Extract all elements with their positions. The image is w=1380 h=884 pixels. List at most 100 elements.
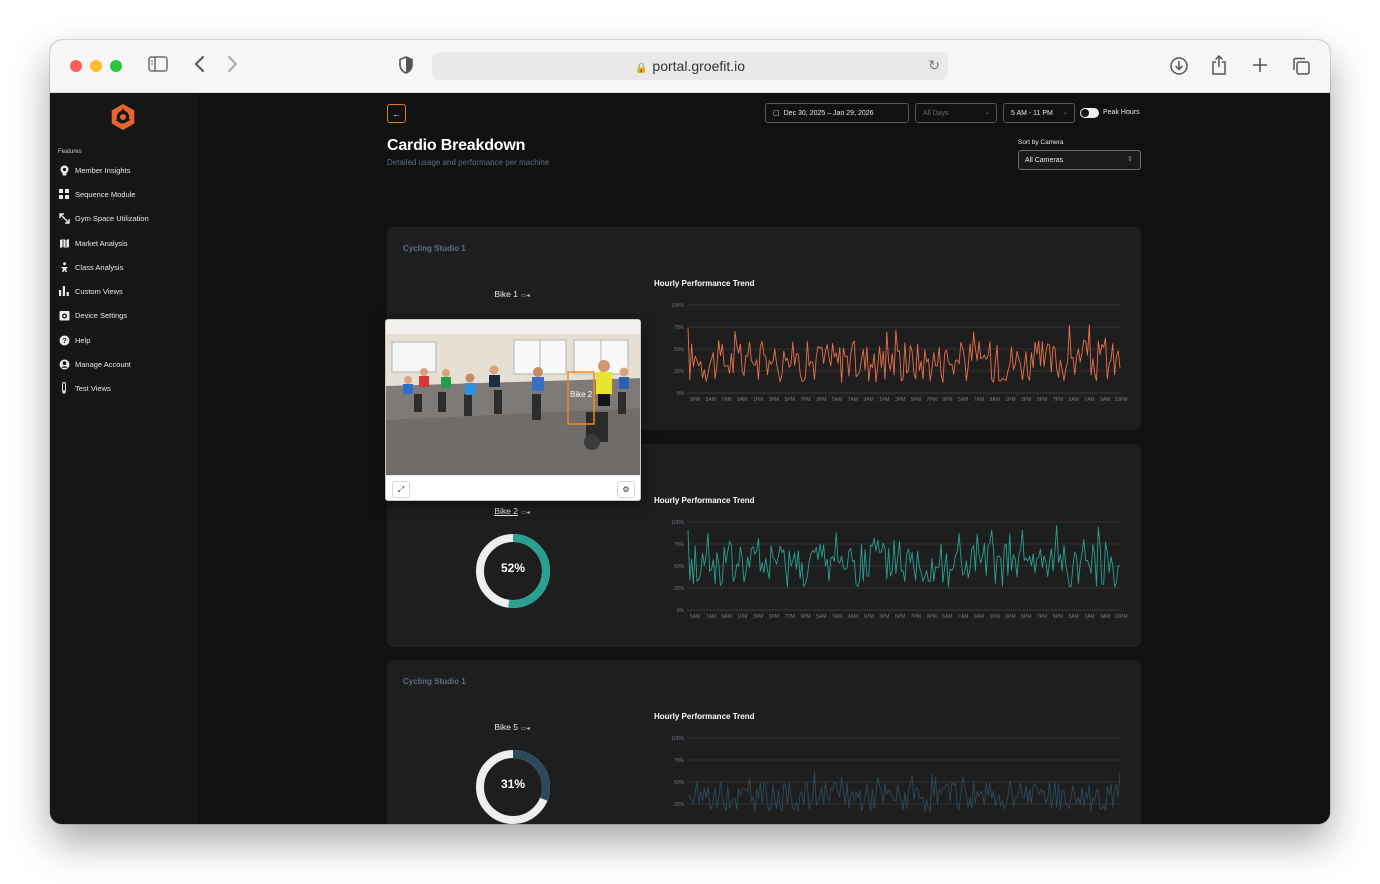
x-tick-label: 7AM: [721, 397, 731, 403]
sidebar-item-label: Manage Account: [75, 359, 131, 369]
sidebar-item-custom-views[interactable]: Custom Views: [58, 283, 123, 299]
sidebar-item-label: Market Analysis: [75, 238, 128, 248]
x-tick-label: 1PM: [737, 614, 747, 620]
x-tick-label: 5PM: [911, 397, 921, 403]
forward-arrow-icon[interactable]: [226, 54, 238, 78]
x-tick-label: 10PM: [1114, 614, 1127, 620]
sidebar-item-sequence-module[interactable]: Sequence Module: [58, 186, 135, 202]
x-tick-label: 9PM: [816, 397, 826, 403]
y-tick-label: 75%: [674, 758, 685, 764]
user-circle-icon: [58, 358, 70, 370]
chevron-updown-icon: ⇕: [1127, 156, 1133, 163]
time-range-select[interactable]: 5 AM - 11 PM ⌄: [1003, 103, 1075, 123]
camera-feed-image: Bike 2: [386, 320, 640, 475]
map-icon: [58, 237, 70, 249]
video-camera-icon[interactable]: ▭◂: [521, 510, 530, 516]
page-title: Cardio Breakdown: [387, 137, 526, 154]
expand-icon[interactable]: ⤢: [392, 481, 410, 498]
trend-title: Hourly Performance Trend: [654, 712, 755, 721]
sidebar-item-help[interactable]: ? Help: [58, 332, 90, 348]
sidebar-item-label: Class Analysis: [75, 262, 124, 272]
x-tick-label: 5PM: [785, 397, 795, 403]
x-tick-label: 7PM: [785, 614, 795, 620]
trend-title: Hourly Performance Trend: [654, 496, 755, 505]
x-tick-label: 7PM: [800, 397, 810, 403]
machine-card-bike-5: Cycling Studio 1 Bike 5 ▭◂ 31% Hourly Per…: [387, 660, 1141, 824]
x-tick-label: 5AM: [1069, 614, 1079, 620]
x-tick-label: 5PM: [769, 614, 779, 620]
sidebar-item-label: Device Settings: [75, 310, 128, 320]
utilization-donut: 31%: [474, 746, 552, 824]
hourly-performance-chart: 100% 75% 50% 25% 0% 9PM 5AM 7AM 9AM 1PM 3PM 5PM 7PM 9…: [671, 303, 1127, 403]
bike-label[interactable]: Bike 5 ▭◂: [452, 722, 572, 732]
settings-gear-icon[interactable]: ⚙: [617, 481, 635, 498]
x-tick-label: 5AM: [832, 397, 842, 403]
camera-icon: [58, 309, 70, 321]
groefit-logo-icon[interactable]: [109, 103, 137, 131]
x-tick-label: 3PM: [1021, 397, 1031, 403]
detection-label: Bike 2: [570, 390, 593, 399]
back-arrow-icon[interactable]: [194, 54, 206, 78]
x-tick-label: 3PM: [753, 614, 763, 620]
sidebar-item-label: Gym Space Utilization: [75, 213, 149, 223]
sidebar-item-manage-account[interactable]: Manage Account: [58, 356, 131, 372]
time-range-text: 5 AM - 11 PM: [1011, 109, 1053, 117]
sidebar-item-device-settings[interactable]: Device Settings: [58, 307, 127, 323]
x-tick-label: 5PM: [1021, 614, 1031, 620]
page-subtitle: Detailed usage and performance per machi…: [387, 158, 550, 167]
days-select[interactable]: All Days ⌄: [915, 103, 997, 123]
bike-label[interactable]: Bike 2 ▭◂: [452, 506, 572, 516]
camera-preview-popup: Bike 2 ⤢ ⚙: [385, 319, 641, 501]
resize-arrows-icon: [58, 212, 70, 224]
tab-overview-icon[interactable]: [1291, 56, 1311, 80]
shield-icon[interactable]: [398, 56, 414, 78]
x-tick-label: 7AM: [706, 614, 716, 620]
back-button[interactable]: ←: [387, 104, 406, 123]
date-range-picker[interactable]: ▢ Dec 30, 2025 – Jan 29, 2026: [765, 103, 909, 123]
series-line: [687, 324, 1121, 383]
x-tick-label: 7PM: [1053, 397, 1063, 403]
y-tick-label: 25%: [674, 369, 685, 375]
x-tick-label: 3PM: [769, 397, 779, 403]
y-tick-label: 25%: [674, 586, 685, 592]
camera-sort-select[interactable]: All Cameras ⇕: [1018, 150, 1141, 170]
lock-icon: 🔒: [634, 63, 648, 74]
bar-chart-icon: [58, 285, 70, 297]
toggle-knob: [1081, 109, 1089, 117]
sidebar-item-market-analysis[interactable]: Market Analysis: [58, 235, 128, 251]
share-icon[interactable]: [1211, 54, 1227, 80]
chevron-down-icon: ⌄: [984, 110, 990, 116]
close-window-button[interactable]: [70, 60, 82, 72]
minimize-window-button[interactable]: [90, 60, 102, 72]
sidebar-item-label: Test Views: [75, 383, 111, 393]
sidebar-item-member-insights[interactable]: Member Insights: [58, 162, 130, 178]
sidebar-item-label: Sequence Module: [75, 189, 136, 199]
zoom-window-button[interactable]: [110, 60, 122, 72]
trend-title: Hourly Performance Trend: [654, 279, 755, 288]
x-tick-label: 5PM: [895, 614, 905, 620]
video-camera-icon[interactable]: ▭◂: [521, 293, 530, 299]
sidebar-toggle-icon[interactable]: [148, 56, 168, 76]
url-text: portal.groefit.io: [652, 58, 746, 74]
sidebar-item-label: Member Insights: [75, 165, 131, 175]
peak-hours-toggle[interactable]: [1080, 108, 1099, 118]
reload-icon[interactable]: ↻: [928, 57, 940, 74]
sidebar-item-test-views[interactable]: Test Views: [58, 380, 111, 396]
new-tab-plus-icon[interactable]: [1251, 56, 1269, 78]
video-camera-icon[interactable]: ▭◂: [521, 726, 530, 732]
hourly-performance-chart: 100% 75% 50% 25% 0% 5AM 7AM 9AM 1PM 3PM 5PM 7PM 9PM 5…: [671, 520, 1127, 620]
x-tick-label: 7PM: [927, 397, 937, 403]
address-bar[interactable]: 🔒 portal.groefit.io ↻: [432, 52, 948, 80]
x-tick-label: 7PM: [911, 614, 921, 620]
y-tick-label: 50%: [674, 564, 685, 570]
x-tick-label: 5AM: [690, 614, 700, 620]
features-section-label: Features: [58, 149, 82, 155]
calendar-icon: ▢: [773, 110, 780, 117]
bike-name: Bike 2: [494, 506, 518, 516]
camera-sort-value: All Cameras: [1025, 156, 1064, 164]
y-tick-label: 100%: [671, 520, 684, 526]
sidebar-item-class-analysis[interactable]: Class Analysis: [58, 259, 123, 275]
sidebar-item-gym-space-utilization[interactable]: Gym Space Utilization: [58, 210, 149, 226]
bike-label[interactable]: Bike 1 ▭◂: [452, 289, 572, 299]
download-icon[interactable]: [1169, 56, 1189, 80]
